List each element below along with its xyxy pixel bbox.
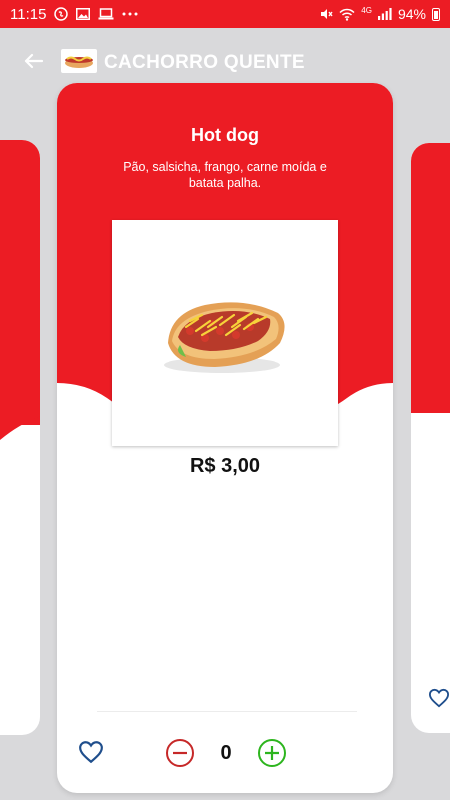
signal-icon — [377, 8, 392, 20]
plus-circle-icon — [258, 739, 286, 767]
page-title: CACHORRO QUENTE — [104, 52, 305, 73]
wifi-icon — [339, 8, 355, 21]
hotdog-illustration — [164, 302, 285, 373]
mute-icon — [319, 7, 333, 21]
product-description: Pão, salsicha, frango, carne moída e bat… — [123, 160, 327, 190]
card-curve — [0, 380, 40, 440]
quantity-value: 0 — [220, 741, 232, 764]
card-red-background — [411, 143, 450, 413]
network-type: 4G — [361, 5, 372, 15]
more-dots-icon — [122, 12, 138, 16]
next-product-card[interactable] — [411, 143, 450, 733]
decrease-quantity-button[interactable] — [165, 738, 195, 768]
hotdog-icon — [65, 56, 93, 68]
status-right: 4G 94% — [319, 6, 440, 22]
minus-circle-icon — [166, 739, 194, 767]
battery-percent: 94% — [397, 6, 426, 22]
heart-icon — [79, 741, 103, 764]
product-name: Hot dog — [191, 125, 259, 145]
shazam-icon — [54, 7, 69, 21]
status-bar: 11:15 4G 94% — [0, 0, 450, 28]
status-left: 11:15 — [10, 6, 138, 23]
increase-quantity-button[interactable] — [257, 738, 287, 768]
product-card: Hot dog Pão, salsicha, frango, carne moí… — [57, 83, 393, 793]
product-image — [112, 220, 338, 446]
favorite-heart-icon[interactable] — [428, 688, 450, 713]
product-price: R$ 3,00 — [189, 455, 261, 477]
card-divider — [97, 711, 357, 712]
battery-icon — [432, 7, 440, 21]
category-thumbnail — [61, 49, 97, 73]
laptop-icon — [98, 8, 114, 20]
previous-product-card[interactable] — [0, 140, 40, 735]
favorite-button[interactable] — [77, 739, 105, 765]
arrow-left-icon — [24, 53, 43, 69]
back-button[interactable] — [20, 48, 46, 74]
status-time: 11:15 — [10, 5, 47, 23]
quantity-stepper: 0 — [165, 738, 287, 768]
image-icon — [76, 8, 91, 20]
